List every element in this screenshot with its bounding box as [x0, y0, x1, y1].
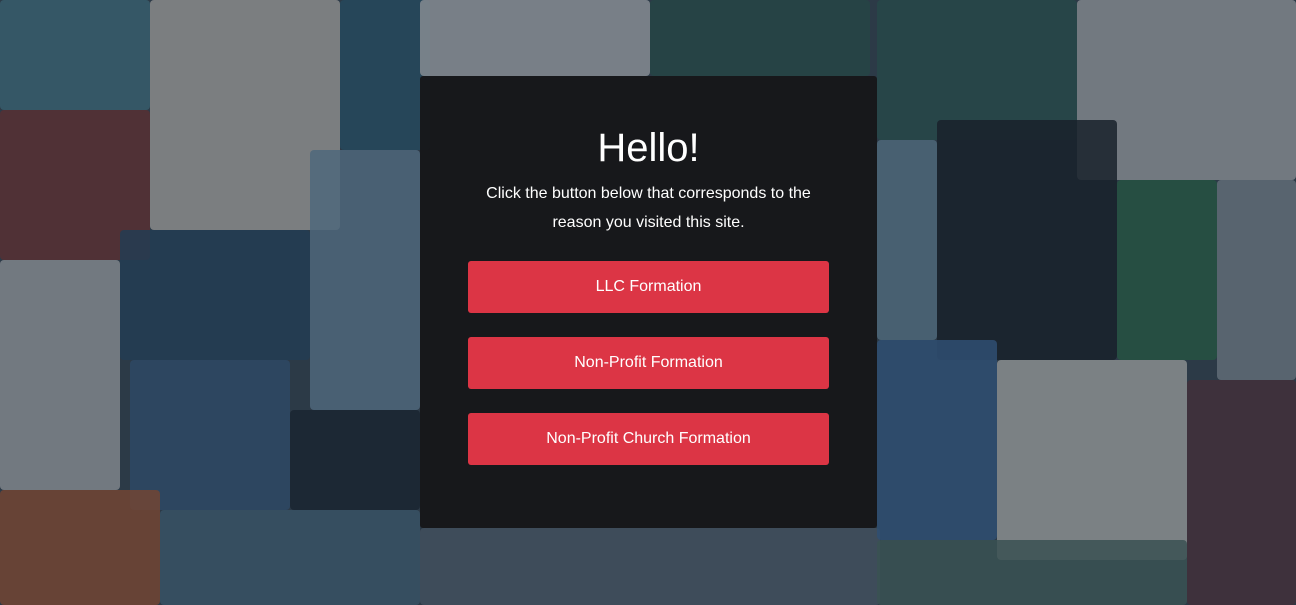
- non-profit-church-formation-button[interactable]: Non-Profit Church Formation: [468, 413, 829, 465]
- instructions-text: Click the button below that corresponds …: [486, 185, 811, 231]
- welcome-card: Hello! Click the button below that corre…: [420, 76, 877, 528]
- non-profit-formation-button[interactable]: Non-Profit Formation: [468, 337, 829, 389]
- llc-formation-button[interactable]: LLC Formation: [468, 261, 829, 313]
- page-title: Hello!: [597, 126, 700, 170]
